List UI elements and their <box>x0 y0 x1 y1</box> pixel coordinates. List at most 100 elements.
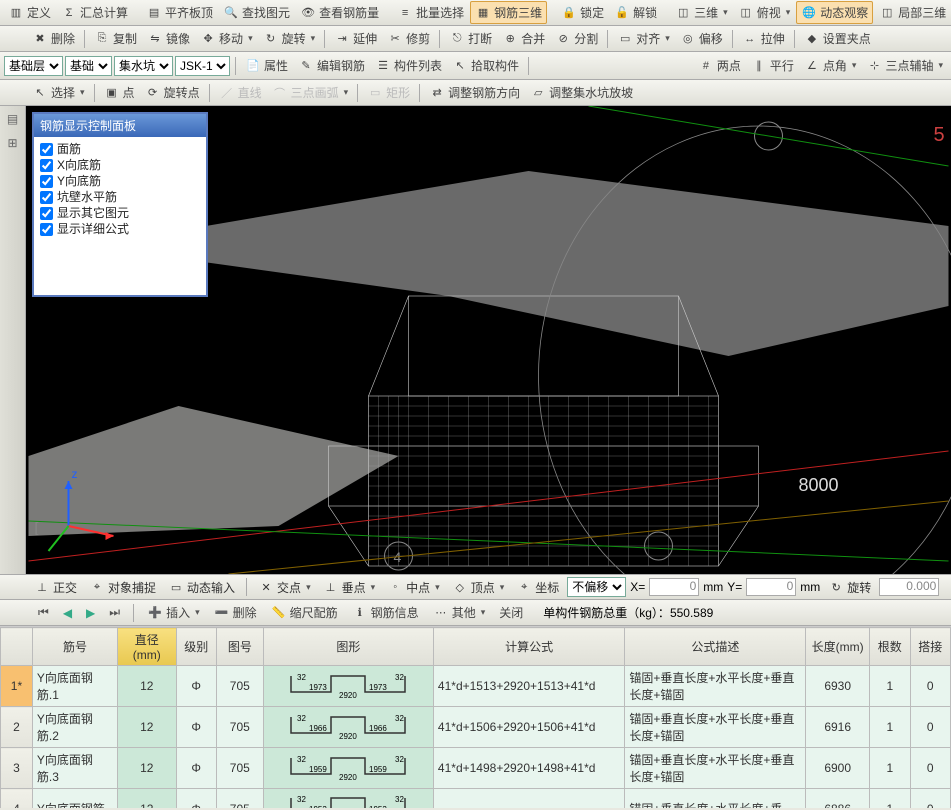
osnap-toggle[interactable]: ⌖对象捕捉 <box>85 577 160 598</box>
parallel-btn[interactable]: ∥平行 <box>747 55 798 76</box>
panel-checkbox-0[interactable]: 面筋 <box>40 141 200 157</box>
unlock-btn[interactable]: 🔓解锁 <box>610 2 661 23</box>
trim-btn[interactable]: ✂修剪 <box>383 28 434 49</box>
insert-btn[interactable]: ➕插入 <box>143 602 204 623</box>
local-3d-btn[interactable]: ◫局部三维 <box>875 2 950 23</box>
point-icon: ▣ <box>104 85 120 101</box>
svg-text:z: z <box>72 467 78 481</box>
lock-btn[interactable]: 🔒锁定 <box>557 2 608 23</box>
define-icon: ▥ <box>8 5 24 21</box>
col-header[interactable] <box>1 628 33 666</box>
sumcalc-btn[interactable]: Σ汇总计算 <box>57 2 132 23</box>
adjust-sump-slope-btn[interactable]: ▱调整集水坑放坡 <box>526 82 637 103</box>
adjust-rebar-dir-btn[interactable]: ⇄调整钢筋方向 <box>425 82 524 103</box>
stretch-btn[interactable]: ↔拉伸 <box>738 28 789 49</box>
col-header[interactable]: 公式描述 <box>625 628 806 666</box>
copy-btn[interactable]: ⎘复制 <box>90 28 141 49</box>
coord-snap[interactable]: ⌖坐标 <box>512 577 563 598</box>
rot-input[interactable]: 0.000 <box>879 578 939 596</box>
rebar-3d-btn[interactable]: ▦钢筋三维 <box>470 1 547 24</box>
col-header[interactable]: 筋号 <box>32 628 117 666</box>
set-grip-btn[interactable]: ◆设置夹点 <box>800 28 875 49</box>
name-select[interactable]: JSK-1 <box>175 56 230 76</box>
col-header[interactable]: 图形 <box>263 628 433 666</box>
split-btn[interactable]: ⊘分割 <box>551 28 602 49</box>
extend-btn[interactable]: ⇥延伸 <box>330 28 381 49</box>
col-header[interactable]: 根数 <box>870 628 910 666</box>
col-header[interactable]: 级别 <box>176 628 216 666</box>
vertex-snap[interactable]: ◇顶点 <box>448 577 509 598</box>
move-btn[interactable]: ✥移动 <box>196 28 257 49</box>
nav-next[interactable]: ▶ <box>82 604 99 622</box>
top-view-btn[interactable]: ◫俯视 <box>734 2 795 23</box>
point-angle-btn[interactable]: ∠点角 <box>800 55 861 76</box>
table-row[interactable]: 1*Y向底面钢筋.112Φ705 32 1973 2920 1973 32 41… <box>1 666 951 707</box>
rebar-info-btn[interactable]: ℹ钢筋信息 <box>348 602 423 623</box>
props-btn[interactable]: 📄属性 <box>241 55 292 76</box>
dyn-input-toggle[interactable]: ▭动态输入 <box>164 577 239 598</box>
close-btn[interactable]: 关闭 <box>495 602 527 623</box>
strip-tool-2[interactable]: ⊞ <box>2 132 24 154</box>
panel-checkbox-2[interactable]: Y向底筋 <box>40 173 200 189</box>
table-row[interactable]: 2Y向底面钢筋.212Φ705 32 1966 2920 1966 32 41*… <box>1 707 951 748</box>
col-header[interactable]: 搭接 <box>910 628 951 666</box>
rot-point-btn[interactable]: ⟳旋转点 <box>141 82 204 103</box>
other-btn[interactable]: ⋯其他 <box>429 602 490 623</box>
three-point-axis-btn[interactable]: ⊹三点辅轴 <box>862 55 947 76</box>
break-btn[interactable]: ⎋打断 <box>445 28 496 49</box>
offset-mode-select[interactable]: 不偏移 <box>567 577 626 597</box>
component-list-btn[interactable]: ☰构件列表 <box>371 55 446 76</box>
layer-select[interactable]: 基础层 <box>4 56 63 76</box>
toolbar-context: 基础层 基础 集水坑 JSK-1 📄属性 ✎编辑钢筋 ☰构件列表 ↖拾取构件 #… <box>0 52 951 80</box>
define-btn[interactable]: ▥定义 <box>4 2 55 23</box>
3d-viewport[interactable]: 5 4 8000 z [ 钢筋显示控制面板 面筋X向底筋Y向底筋坑壁水平筋显 <box>26 106 951 574</box>
find-element-btn[interactable]: 🔍查找图元 <box>219 2 294 23</box>
align-btn[interactable]: ▭对齐 <box>613 28 674 49</box>
offset-btn[interactable]: ◎偏移 <box>676 28 727 49</box>
line-btn[interactable]: ／直线 <box>215 82 266 103</box>
category-select[interactable]: 基础 <box>65 56 112 76</box>
delete-btn[interactable]: ✖删除 <box>28 28 79 49</box>
three-point-arc-btn[interactable]: ⌒三点画弧 <box>268 82 353 103</box>
flatten-top-btn[interactable]: ▤平齐板顶 <box>142 2 217 23</box>
merge-btn[interactable]: ⊕合并 <box>498 28 549 49</box>
edit-rebar-btn[interactable]: ✎编辑钢筋 <box>294 55 369 76</box>
panel-checkbox-4[interactable]: 显示其它图元 <box>40 205 200 221</box>
batch-select-btn[interactable]: ≡批量选择 <box>393 2 468 23</box>
col-header[interactable]: 计算公式 <box>433 628 624 666</box>
y-input[interactable]: 0 <box>746 578 796 596</box>
type-select[interactable]: 集水坑 <box>114 56 173 76</box>
rect-btn[interactable]: ▭矩形 <box>363 82 414 103</box>
dynamic-view-btn[interactable]: 🌐动态观察 <box>796 1 873 24</box>
panel-checkbox-3[interactable]: 坑壁水平筋 <box>40 189 200 205</box>
table-row[interactable]: 4Y向底面钢筋12Φ705 32 1952 2920 1952 32 锚固+垂直… <box>1 789 951 809</box>
select-btn[interactable]: ↖选择 <box>28 82 89 103</box>
panel-checkbox-1[interactable]: X向底筋 <box>40 157 200 173</box>
x-input[interactable]: 0 <box>649 578 699 596</box>
strip-tool-1[interactable]: ▤ <box>2 108 24 130</box>
nav-prev[interactable]: ◀ <box>59 604 76 622</box>
nav-last[interactable]: ⏭ <box>105 603 124 622</box>
col-header[interactable]: 图号 <box>216 628 263 666</box>
rotate-btn[interactable]: ↻旋转 <box>259 28 320 49</box>
col-header[interactable]: 长度(mm) <box>806 628 870 666</box>
table-nav-bar: ⏮ ◀ ▶ ⏭ ➕插入 ➖删除 📏缩尺配筋 ℹ钢筋信息 ⋯其他 关闭 单构件钢筋… <box>0 600 951 626</box>
mirror-btn[interactable]: ⇋镜像 <box>143 28 194 49</box>
check-rebar-btn[interactable]: 👁查看钢筋量 <box>296 2 383 23</box>
pick-component-btn[interactable]: ↖拾取构件 <box>448 55 523 76</box>
grid-icon: ▦ <box>475 5 491 21</box>
intersect-snap[interactable]: ✕交点 <box>254 577 315 598</box>
view3d-btn[interactable]: ◫三维 <box>671 2 732 23</box>
panel-checkbox-5[interactable]: 显示详细公式 <box>40 221 200 237</box>
table-row[interactable]: 3Y向底面钢筋.312Φ705 32 1959 2920 1959 32 41*… <box>1 748 951 789</box>
svg-text:1959: 1959 <box>369 765 387 774</box>
delete-row-btn[interactable]: ➖删除 <box>210 602 261 623</box>
point-btn[interactable]: ▣点 <box>100 82 139 103</box>
two-point-btn[interactable]: #两点 <box>694 55 745 76</box>
nav-first[interactable]: ⏮ <box>34 603 53 622</box>
scale-rebar-btn[interactable]: 📏缩尺配筋 <box>267 602 342 623</box>
ortho-toggle[interactable]: ⊥正交 <box>30 577 81 598</box>
col-header[interactable]: 直径(mm) <box>118 628 177 666</box>
perp-snap[interactable]: ⊥垂点 <box>319 577 380 598</box>
mid-snap[interactable]: ◦中点 <box>383 577 444 598</box>
